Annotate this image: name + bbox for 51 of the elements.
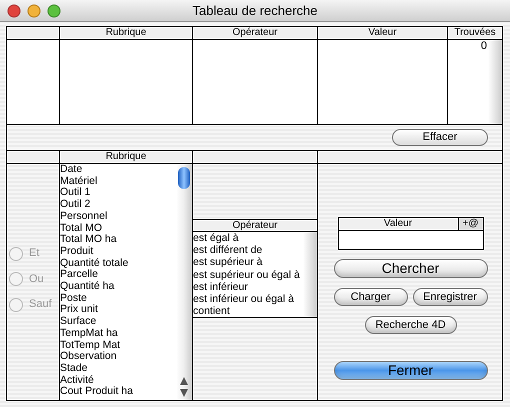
column-header: Rubrique (60, 27, 193, 39)
field-list-item[interactable]: Surface (60, 316, 176, 328)
field-list-item[interactable]: Prix unit (60, 304, 176, 316)
field-list-item[interactable]: Quantité ha (60, 281, 176, 293)
load-button[interactable]: Charger (334, 288, 408, 306)
window-title: Tableau de recherche (192, 2, 318, 20)
operator-list-item[interactable]: est supérieur ou égal à (193, 268, 303, 281)
field-list-item[interactable]: Produit (60, 246, 176, 258)
field-list-item[interactable]: TotTemp Mat (60, 340, 176, 352)
close-button[interactable]: Fermer (334, 361, 488, 380)
column-header: Opérateur (193, 220, 317, 232)
field-list-item[interactable]: Observation (60, 351, 176, 363)
operator-list-item[interactable]: est inférieur (193, 280, 303, 294)
clear-button[interactable]: Effacer (392, 129, 488, 146)
scrollbar[interactable] (176, 164, 192, 400)
scrollbar-thumb[interactable] (178, 167, 190, 189)
field-list-item[interactable]: Activité (60, 374, 176, 386)
column-header: Valeur (318, 27, 448, 39)
column-header: Opérateur (193, 27, 318, 39)
field-list-item[interactable]: TempMat ha (60, 328, 176, 340)
search-button[interactable]: Chercher (334, 259, 488, 278)
window-controls-icon[interactable] (7, 4, 63, 18)
column-header: Rubrique (60, 151, 193, 163)
field-list-item[interactable]: Outil 1 (60, 187, 176, 200)
radio-label: Ou (29, 272, 44, 287)
operator-list-item[interactable]: est supérieur à (193, 256, 303, 269)
radio-label: Sauf (29, 297, 52, 312)
field-list-item[interactable]: Cout Produit ha (60, 386, 176, 398)
value-input[interactable] (338, 231, 484, 250)
field-list-item[interactable]: Personnel (60, 210, 176, 223)
field-list-item[interactable]: Outil 2 (60, 199, 176, 211)
4d-search-button[interactable]: Recherche 4D (364, 316, 456, 334)
field-list-item[interactable]: Matériel (60, 176, 176, 188)
scroll-down-icon[interactable] (180, 389, 188, 397)
operator-list-item[interactable]: est différent de (193, 244, 303, 256)
field-list-item[interactable]: Date (60, 164, 176, 176)
found-count: 0 (480, 40, 488, 54)
field-list-item[interactable]: Quantité totale (60, 258, 176, 270)
field-list-item[interactable]: Stade (60, 362, 176, 375)
column-header: Trouvées (453, 27, 497, 39)
operator-list-item[interactable]: est inférieur ou égal à (193, 293, 303, 306)
radio-label: Et (29, 246, 40, 262)
scroll-up-icon[interactable] (180, 377, 188, 385)
operator-list-item[interactable]: contient (193, 305, 303, 318)
operator-list-item[interactable]: est égal à (193, 232, 303, 244)
field-list-item[interactable]: Poste (60, 292, 176, 304)
save-button[interactable]: Enregistrer (412, 288, 488, 306)
options-button[interactable]: +@ (458, 218, 482, 230)
field-list-item[interactable]: Total MO ha (60, 234, 176, 246)
field-list-item[interactable]: Parcelle (60, 269, 176, 282)
field-list-item[interactable]: Total MO (60, 222, 176, 234)
